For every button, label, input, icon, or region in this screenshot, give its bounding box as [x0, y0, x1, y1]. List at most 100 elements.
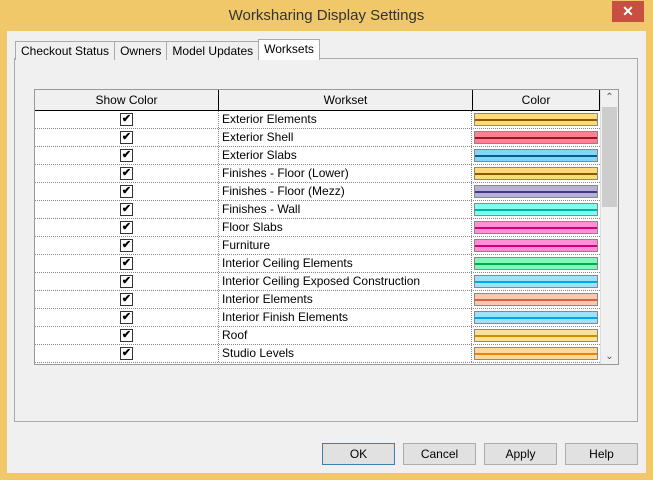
tab-worksets[interactable]: Worksets — [258, 39, 320, 60]
show-color-cell: ✔ — [35, 147, 219, 164]
apply-button[interactable]: Apply — [484, 443, 557, 465]
tab-checkout-status[interactable]: Checkout Status — [15, 41, 116, 60]
show-color-checkbox[interactable]: ✔ — [120, 311, 133, 324]
workset-name: Roof — [219, 327, 472, 344]
window-title: Worksharing Display Settings — [228, 7, 425, 24]
color-cell — [472, 111, 599, 128]
table-row: ✔ Furniture — [35, 237, 618, 255]
show-color-checkbox[interactable]: ✔ — [120, 203, 133, 216]
show-color-checkbox[interactable]: ✔ — [120, 221, 133, 234]
workset-name: Interior Finish Elements — [219, 309, 472, 326]
show-color-cell: ✔ — [35, 165, 219, 182]
table-row: ✔ Finishes - Floor (Mezz) — [35, 183, 618, 201]
color-swatch[interactable] — [473, 167, 598, 180]
tab-model-updates[interactable]: Model Updates — [166, 41, 260, 60]
workset-name: Finishes - Floor (Lower) — [219, 165, 472, 182]
show-color-checkbox[interactable]: ✔ — [120, 113, 133, 126]
tab-bar: Checkout Status Owners Model Updates Wor… — [15, 39, 320, 60]
color-cell — [472, 237, 599, 254]
ok-button[interactable]: OK — [322, 443, 395, 465]
table-row: ✔ Interior Finish Elements — [35, 309, 618, 327]
color-cell — [472, 345, 599, 362]
header-workset[interactable]: Workset — [219, 90, 473, 110]
show-color-cell: ✔ — [35, 129, 219, 146]
cancel-button[interactable]: Cancel — [403, 443, 476, 465]
color-swatch[interactable] — [473, 221, 598, 234]
scroll-down-icon[interactable]: ⌄ — [601, 351, 618, 362]
table-row: ✔ Finishes - Wall — [35, 201, 618, 219]
show-color-cell: ✔ — [35, 201, 219, 218]
show-color-checkbox[interactable]: ✔ — [120, 167, 133, 180]
vertical-scrollbar[interactable]: ⌃ ⌄ — [600, 90, 618, 364]
workset-name: Interior Ceiling Exposed Construction — [219, 273, 472, 290]
show-color-checkbox[interactable]: ✔ — [120, 257, 133, 270]
workset-name: Interior Elements — [219, 291, 472, 308]
table-row: ✔ Finishes - Floor (Lower) — [35, 165, 618, 183]
scroll-up-icon[interactable]: ⌃ — [601, 92, 618, 103]
show-color-cell: ✔ — [35, 111, 219, 128]
color-cell — [472, 219, 599, 236]
color-cell — [472, 309, 599, 326]
color-swatch[interactable] — [473, 257, 598, 270]
table-row: ✔ Exterior Slabs — [35, 147, 618, 165]
show-color-cell: ✔ — [35, 291, 219, 308]
color-swatch[interactable] — [473, 185, 598, 198]
workset-name: Finishes - Wall — [219, 201, 472, 218]
table-row: ✔ Interior Ceiling Exposed Construction — [35, 273, 618, 291]
workset-name: Interior Ceiling Elements — [219, 255, 472, 272]
show-color-checkbox[interactable]: ✔ — [120, 347, 133, 360]
workset-name: Exterior Shell — [219, 129, 472, 146]
color-cell — [472, 183, 599, 200]
color-swatch[interactable] — [473, 275, 598, 288]
header-show-color[interactable]: Show Color — [35, 90, 219, 110]
show-color-cell: ✔ — [35, 309, 219, 326]
color-cell — [472, 147, 599, 164]
color-swatch[interactable] — [473, 293, 598, 306]
color-cell — [472, 165, 599, 182]
show-color-checkbox[interactable]: ✔ — [120, 131, 133, 144]
color-swatch[interactable] — [473, 347, 598, 360]
table-row: ✔ Interior Elements — [35, 291, 618, 309]
color-swatch[interactable] — [473, 239, 598, 252]
color-swatch[interactable] — [473, 113, 598, 126]
color-cell — [472, 327, 599, 344]
workset-name: Finishes - Floor (Mezz) — [219, 183, 472, 200]
show-color-cell: ✔ — [35, 273, 219, 290]
workset-name: Exterior Elements — [219, 111, 472, 128]
help-button[interactable]: Help — [565, 443, 638, 465]
show-color-checkbox[interactable]: ✔ — [120, 293, 133, 306]
table-row: ✔ Roof — [35, 327, 618, 345]
header-color[interactable]: Color — [473, 90, 600, 110]
show-color-checkbox[interactable]: ✔ — [120, 149, 133, 162]
workset-name: Furniture — [219, 237, 472, 254]
color-swatch[interactable] — [473, 149, 598, 162]
color-cell — [472, 201, 599, 218]
tab-owners[interactable]: Owners — [114, 41, 168, 60]
show-color-cell: ✔ — [35, 237, 219, 254]
color-cell — [472, 255, 599, 272]
show-color-checkbox[interactable]: ✔ — [120, 185, 133, 198]
color-swatch[interactable] — [473, 329, 598, 342]
color-cell — [472, 291, 599, 308]
close-button[interactable]: ✕ — [612, 1, 644, 22]
table-row: ✔ Exterior Elements — [35, 111, 618, 129]
table-row: ✔ Studio Levels — [35, 345, 618, 363]
color-cell — [472, 129, 599, 146]
table-row: ✔ Floor Slabs — [35, 219, 618, 237]
show-color-cell: ✔ — [35, 345, 219, 362]
color-swatch[interactable] — [473, 311, 598, 324]
show-color-cell: ✔ — [35, 219, 219, 236]
workset-name: Exterior Slabs — [219, 147, 472, 164]
worksets-grid: Show Color Workset Color ✔ Exterior Elem… — [34, 89, 619, 365]
workset-name: Floor Slabs — [219, 219, 472, 236]
table-row: ✔ Exterior Shell — [35, 129, 618, 147]
color-swatch[interactable] — [473, 131, 598, 144]
show-color-checkbox[interactable]: ✔ — [120, 329, 133, 342]
show-color-cell: ✔ — [35, 183, 219, 200]
show-color-checkbox[interactable]: ✔ — [120, 275, 133, 288]
workset-name: Studio Levels — [219, 345, 472, 362]
scrollbar-thumb[interactable] — [602, 107, 617, 207]
show-color-checkbox[interactable]: ✔ — [120, 239, 133, 252]
color-swatch[interactable] — [473, 203, 598, 216]
color-cell — [472, 273, 599, 290]
